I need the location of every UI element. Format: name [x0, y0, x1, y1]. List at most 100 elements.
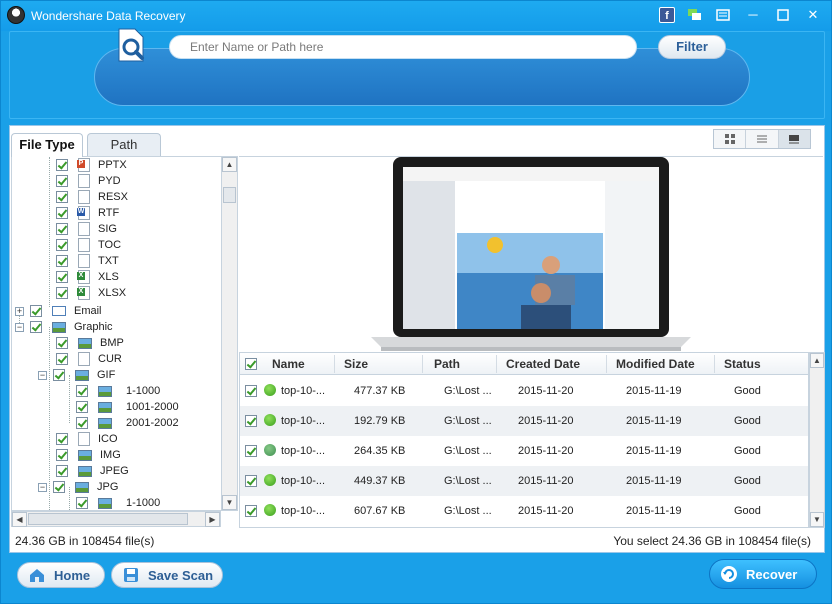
- checkbox[interactable]: [56, 271, 68, 283]
- table-row[interactable]: top-10-... 607.67 KB G:\Lost ... 2015-11…: [240, 496, 808, 526]
- list-view-icon[interactable]: [746, 130, 779, 148]
- tree-item[interactable]: 1001-2000: [76, 399, 179, 415]
- row-checkbox[interactable]: [245, 415, 257, 427]
- column-header-path[interactable]: Path: [434, 357, 460, 371]
- collapse-icon[interactable]: −: [38, 370, 47, 380]
- tab-path[interactable]: Path: [87, 133, 161, 157]
- tree-item-jpg[interactable]: − JPG: [38, 479, 118, 495]
- checkbox[interactable]: [56, 239, 68, 251]
- checkbox[interactable]: [30, 321, 42, 333]
- checkbox[interactable]: [53, 481, 65, 493]
- column-header-status[interactable]: Status: [724, 357, 761, 371]
- tree-item[interactable]: IMG: [56, 447, 121, 463]
- home-button[interactable]: Home: [17, 562, 105, 588]
- checkbox[interactable]: [56, 337, 68, 349]
- tree-item[interactable]: TXT: [56, 253, 119, 269]
- tree-item-label: CUR: [98, 353, 122, 365]
- checkbox[interactable]: [76, 401, 88, 413]
- checkbox[interactable]: [53, 369, 65, 381]
- tree-item[interactable]: TOC: [56, 237, 121, 253]
- tree-item-graphic[interactable]: − Graphic: [15, 319, 113, 335]
- minimize-button[interactable]: ─: [745, 7, 761, 23]
- checkbox[interactable]: [56, 353, 68, 365]
- tree-item[interactable]: XLS: [56, 269, 119, 285]
- collapse-icon[interactable]: −: [15, 322, 24, 332]
- maximize-button[interactable]: [775, 7, 791, 23]
- scrollbar-thumb[interactable]: [28, 513, 188, 525]
- tree-item[interactable]: ICO: [56, 431, 118, 447]
- tree-vertical-scrollbar[interactable]: ▲ ▼: [221, 156, 238, 511]
- checkbox[interactable]: [76, 385, 88, 397]
- scroll-right-icon[interactable]: ▶: [205, 512, 220, 527]
- file-path: G:\Lost ...: [444, 385, 492, 397]
- home-icon: [30, 569, 44, 582]
- tree-item[interactable]: PPTX: [56, 157, 127, 173]
- row-checkbox[interactable]: [245, 505, 257, 517]
- checkbox[interactable]: [30, 305, 42, 317]
- column-header-size[interactable]: Size: [344, 357, 368, 371]
- checkbox[interactable]: [56, 449, 68, 461]
- checkbox[interactable]: [56, 159, 68, 171]
- tree-item[interactable]: SIG: [56, 221, 117, 237]
- table-row[interactable]: top-10-... 477.37 KB G:\Lost ... 2015-11…: [240, 376, 808, 406]
- checkbox[interactable]: [56, 255, 68, 267]
- scroll-left-icon[interactable]: ◀: [12, 512, 27, 527]
- table-row[interactable]: top-10-... 264.35 KB G:\Lost ... 2015-11…: [240, 436, 808, 466]
- checkbox[interactable]: [56, 223, 68, 235]
- filter-button[interactable]: Filter: [658, 35, 726, 59]
- tree-item[interactable]: CUR: [56, 351, 122, 367]
- checkbox[interactable]: [56, 191, 68, 203]
- tree-item[interactable]: 1-1000: [76, 383, 160, 399]
- expand-icon[interactable]: +: [15, 306, 24, 316]
- tab-file-type[interactable]: File Type: [11, 133, 83, 157]
- checkbox[interactable]: [56, 287, 68, 299]
- created-date: 2015-11-20: [518, 385, 574, 397]
- tree-item-label: ICO: [98, 433, 118, 445]
- scrollbar-thumb[interactable]: [223, 187, 236, 203]
- tree-item[interactable]: RTF: [56, 205, 119, 221]
- table-row[interactable]: top-10-... 449.37 KB G:\Lost ... 2015-11…: [240, 466, 808, 496]
- tree-item-email[interactable]: + Email: [15, 303, 102, 319]
- tree-item[interactable]: RESX: [56, 189, 128, 205]
- column-header-created-date[interactable]: Created Date: [506, 357, 580, 371]
- feedback-icon[interactable]: [687, 7, 703, 23]
- recover-button[interactable]: Recover: [709, 559, 817, 589]
- checkbox[interactable]: [56, 207, 68, 219]
- column-header-modified-date[interactable]: Modified Date: [616, 357, 695, 371]
- menu-icon[interactable]: [715, 7, 731, 23]
- scroll-down-icon[interactable]: ▼: [810, 512, 824, 527]
- tree-item[interactable]: 2001-2002: [76, 415, 179, 431]
- row-checkbox[interactable]: [245, 385, 257, 397]
- facebook-icon[interactable]: f: [659, 7, 675, 23]
- checkbox[interactable]: [76, 497, 88, 509]
- checkbox[interactable]: [56, 465, 68, 477]
- checkbox[interactable]: [76, 417, 88, 429]
- checkbox[interactable]: [56, 433, 68, 445]
- collapse-icon[interactable]: −: [38, 482, 47, 492]
- search-input[interactable]: Enter Name or Path here: [169, 35, 637, 59]
- thumbnail-view-icon[interactable]: [714, 130, 747, 148]
- table-vertical-scrollbar[interactable]: ▲ ▼: [809, 352, 825, 528]
- table-row[interactable]: top-10-... 192.79 KB G:\Lost ... 2015-11…: [240, 406, 808, 436]
- preview-view-icon[interactable]: [778, 130, 810, 148]
- tree-item-gif[interactable]: − GIF: [38, 367, 115, 383]
- scroll-down-icon[interactable]: ▼: [222, 495, 237, 510]
- column-header-name[interactable]: Name: [272, 357, 305, 371]
- tree-item[interactable]: BMP: [56, 335, 124, 351]
- scroll-up-icon[interactable]: ▲: [810, 353, 824, 368]
- checkbox[interactable]: [56, 175, 68, 187]
- scroll-up-icon[interactable]: ▲: [222, 157, 237, 172]
- file-path: G:\Lost ...: [444, 475, 492, 487]
- tree-horizontal-scrollbar[interactable]: ◀ ▶: [11, 511, 221, 527]
- row-checkbox[interactable]: [245, 475, 257, 487]
- select-all-checkbox[interactable]: [245, 358, 257, 370]
- save-scan-button[interactable]: Save Scan: [111, 562, 223, 588]
- tree-item[interactable]: PYD: [56, 173, 121, 189]
- close-button[interactable]: ✕: [805, 7, 821, 23]
- tree-item[interactable]: JPEG: [56, 463, 129, 479]
- image-icon: [75, 369, 89, 381]
- tree-item[interactable]: 1-1000: [76, 495, 160, 510]
- app-title: Wondershare Data Recovery: [31, 9, 186, 23]
- row-checkbox[interactable]: [245, 445, 257, 457]
- tree-item[interactable]: XLSX: [56, 285, 126, 301]
